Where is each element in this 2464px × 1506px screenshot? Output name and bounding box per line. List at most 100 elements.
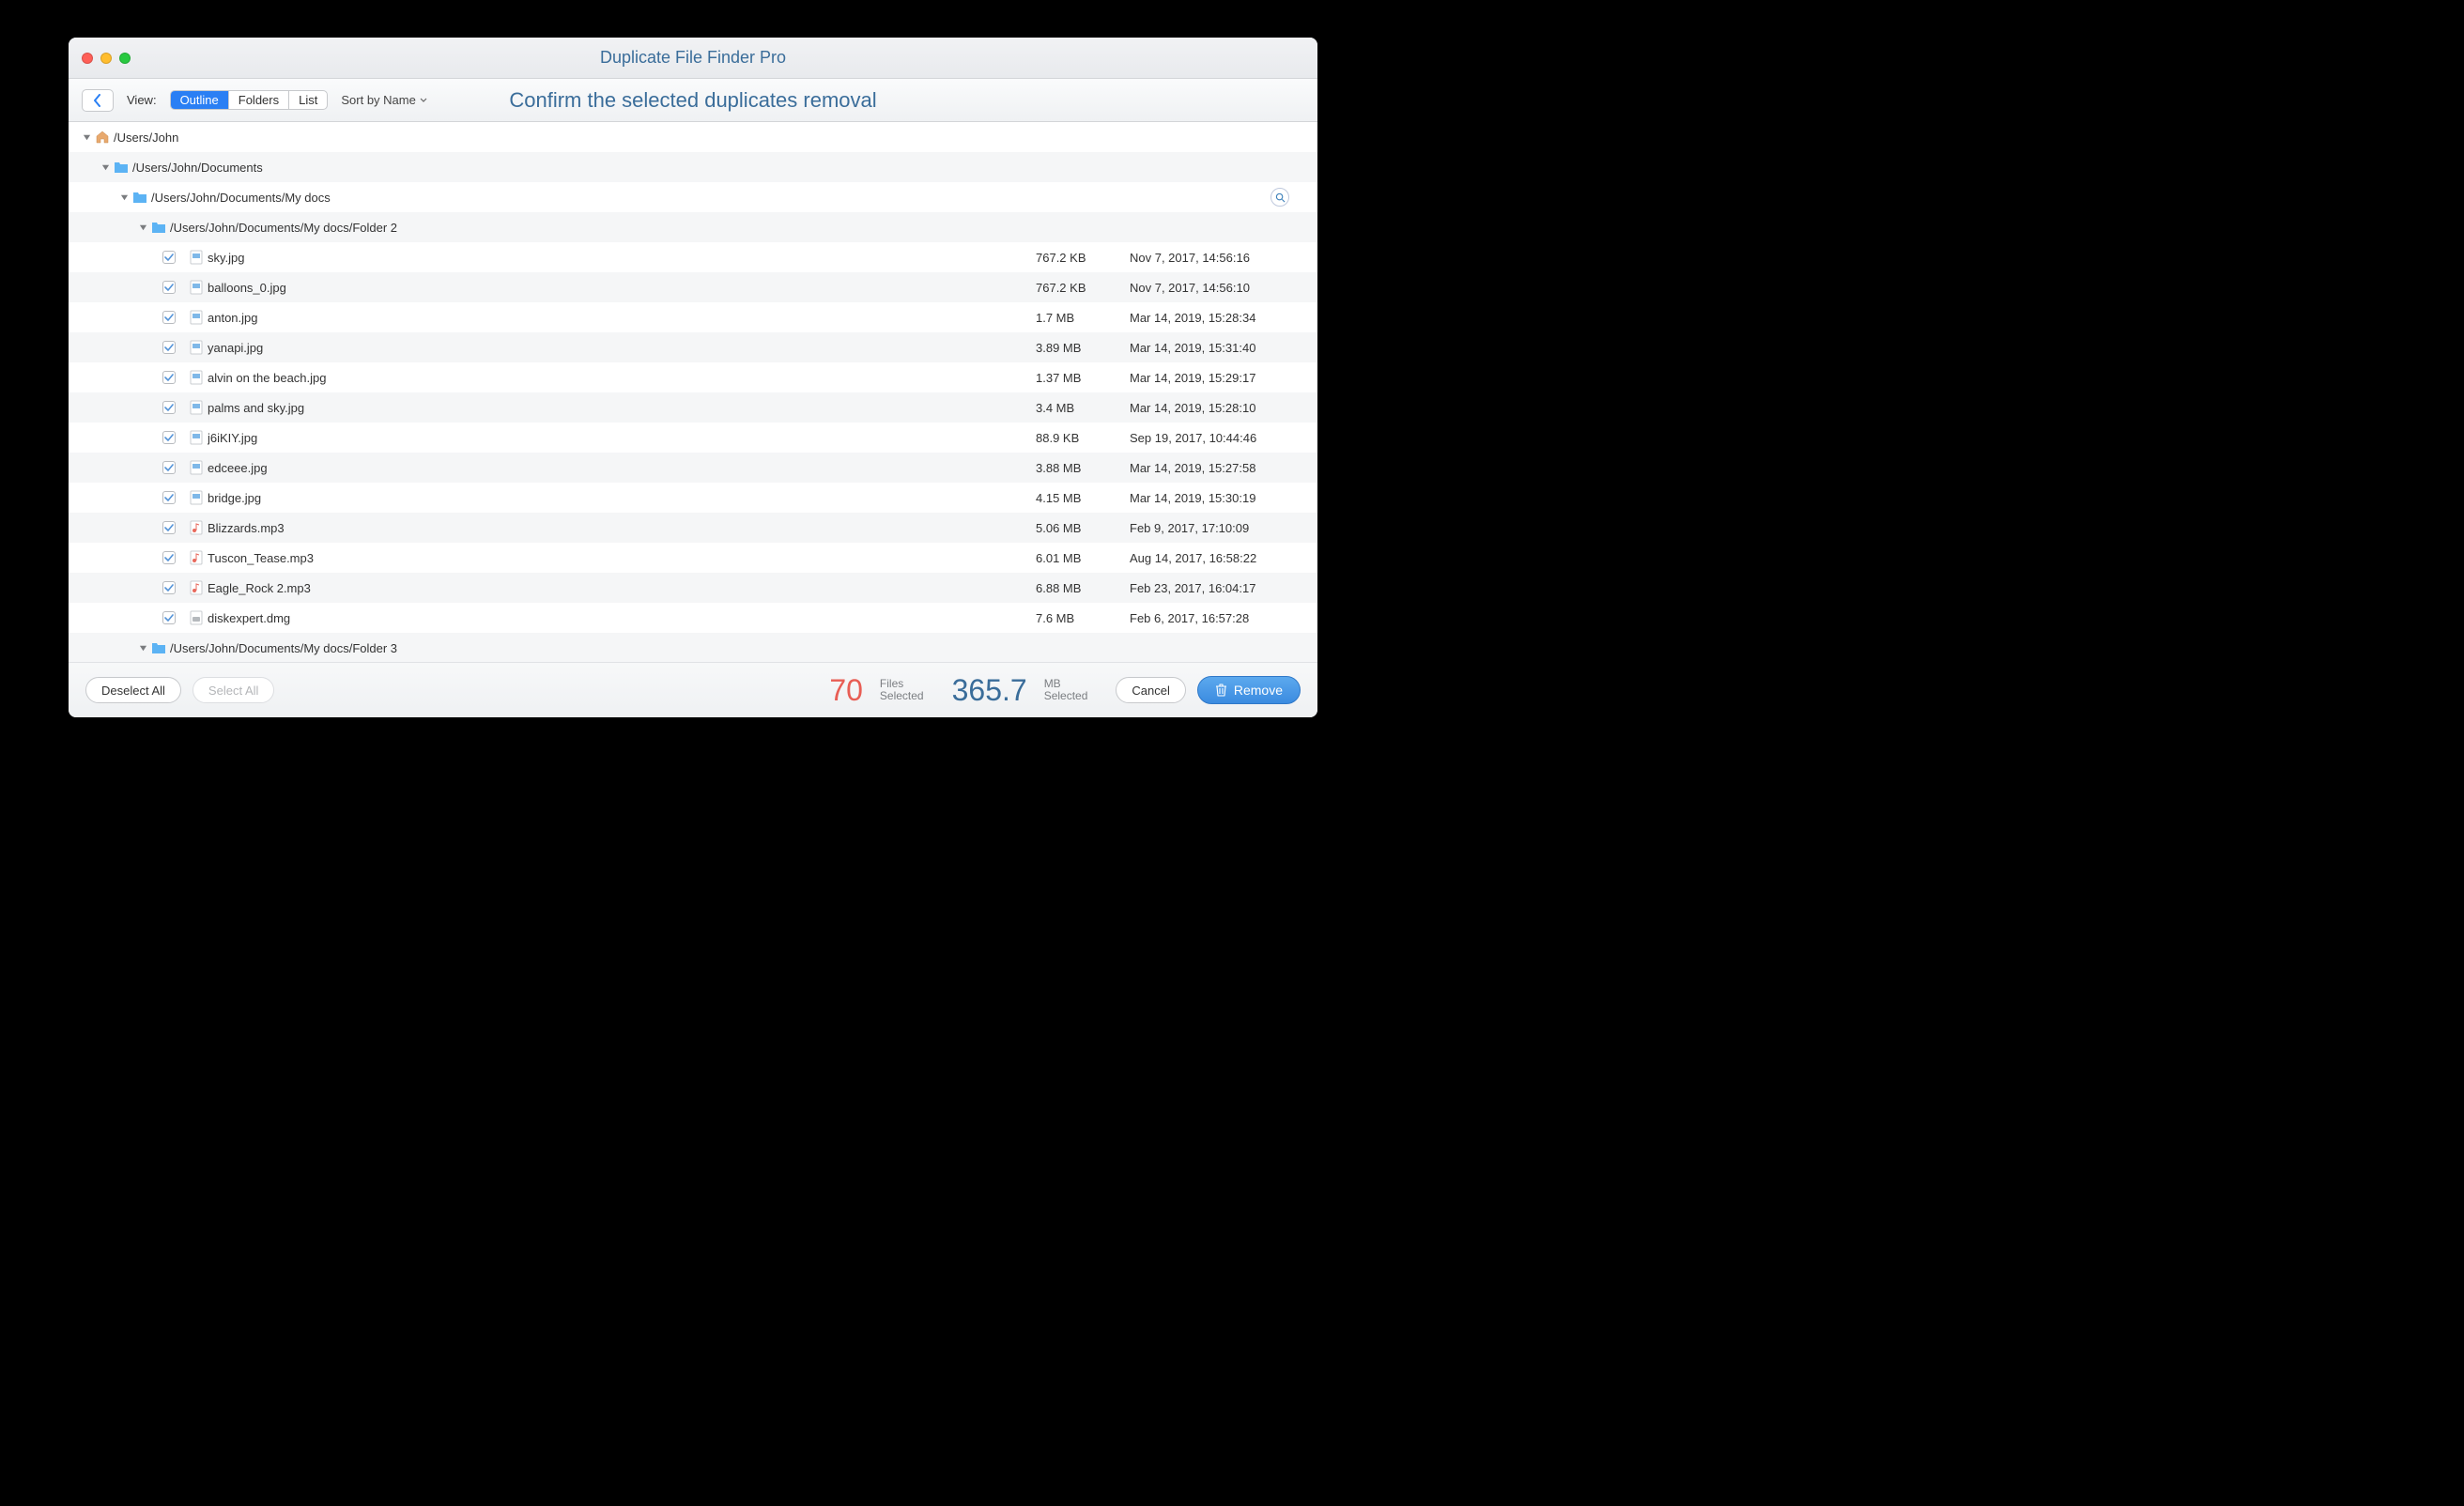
folder-icon (129, 191, 151, 204)
tree-row-root[interactable]: /Users/John (69, 122, 1317, 152)
file-icon (185, 460, 208, 475)
file-name: anton.jpg (208, 311, 1036, 325)
size-selected-value: 365.7 (952, 673, 1027, 708)
file-checkbox[interactable] (162, 341, 176, 354)
file-name: alvin on the beach.jpg (208, 371, 1036, 385)
file-checkbox[interactable] (162, 311, 176, 324)
view-outline-tab[interactable]: Outline (171, 91, 229, 109)
file-checkbox[interactable] (162, 491, 176, 504)
chevron-left-icon (93, 94, 102, 107)
file-size: 3.4 MB (1036, 401, 1130, 415)
file-row[interactable]: Tuscon_Tease.mp36.01 MBAug 14, 2017, 16:… (69, 543, 1317, 573)
file-name: balloons_0.jpg (208, 281, 1036, 295)
file-icon (185, 550, 208, 565)
sort-dropdown[interactable]: Sort by Name (341, 93, 426, 107)
file-checkbox[interactable] (162, 251, 176, 264)
file-icon (185, 310, 208, 325)
file-icon (185, 430, 208, 445)
files-selected-label: Files Selected (880, 678, 924, 702)
file-icon (185, 250, 208, 265)
file-icon (185, 610, 208, 625)
minimize-window-button[interactable] (100, 53, 112, 64)
disclosure-triangle[interactable] (138, 223, 147, 232)
file-date: Mar 14, 2019, 15:28:34 (1130, 311, 1317, 325)
file-date: Sep 19, 2017, 10:44:46 (1130, 431, 1317, 445)
search-button[interactable] (1270, 188, 1289, 207)
tree-row-folder3[interactable]: /Users/John/Documents/My docs/Folder 3 (69, 633, 1317, 663)
tree-row-mydocs[interactable]: /Users/John/Documents/My docs (69, 182, 1317, 212)
file-row[interactable]: anton.jpg1.7 MBMar 14, 2019, 15:28:34 (69, 302, 1317, 332)
file-date: Mar 14, 2019, 15:31:40 (1130, 341, 1317, 355)
file-size: 88.9 KB (1036, 431, 1130, 445)
tree-row-folder2[interactable]: /Users/John/Documents/My docs/Folder 2 (69, 212, 1317, 242)
file-name: edceee.jpg (208, 461, 1036, 475)
file-name: j6iKIY.jpg (208, 431, 1036, 445)
tree-path-label: /Users/John (114, 131, 1317, 145)
file-size: 767.2 KB (1036, 251, 1130, 265)
select-all-button[interactable]: Select All (192, 677, 274, 703)
back-button[interactable] (82, 89, 114, 112)
view-folders-tab[interactable]: Folders (229, 91, 289, 109)
file-checkbox[interactable] (162, 611, 176, 624)
file-size: 6.88 MB (1036, 581, 1130, 595)
file-checkbox[interactable] (162, 401, 176, 414)
file-row[interactable]: sky.jpg767.2 KBNov 7, 2017, 14:56:16 (69, 242, 1317, 272)
tree-path-label: /Users/John/Documents/My docs/Folder 3 (170, 641, 1317, 655)
file-row[interactable]: balloons_0.jpg767.2 KBNov 7, 2017, 14:56… (69, 272, 1317, 302)
file-row[interactable]: alvin on the beach.jpg1.37 MBMar 14, 201… (69, 362, 1317, 392)
window-controls (69, 53, 131, 64)
file-row[interactable]: yanapi.jpg3.89 MBMar 14, 2019, 15:31:40 (69, 332, 1317, 362)
file-size: 767.2 KB (1036, 281, 1130, 295)
remove-button-label: Remove (1234, 683, 1283, 698)
file-checkbox[interactable] (162, 431, 176, 444)
file-icon (185, 520, 208, 535)
file-row[interactable]: Blizzards.mp35.06 MBFeb 9, 2017, 17:10:0… (69, 513, 1317, 543)
file-row[interactable]: Eagle_Rock 2.mp36.88 MBFeb 23, 2017, 16:… (69, 573, 1317, 603)
file-checkbox[interactable] (162, 461, 176, 474)
file-name: yanapi.jpg (208, 341, 1036, 355)
file-icon (185, 580, 208, 595)
zoom-window-button[interactable] (119, 53, 131, 64)
file-row[interactable]: j6iKIY.jpg88.9 KBSep 19, 2017, 10:44:46 (69, 423, 1317, 453)
view-segmented-control: Outline Folders List (170, 90, 329, 110)
file-date: Nov 7, 2017, 14:56:10 (1130, 281, 1317, 295)
disclosure-triangle[interactable] (82, 132, 91, 142)
disclosure-triangle[interactable] (100, 162, 110, 172)
cancel-button[interactable]: Cancel (1116, 677, 1185, 703)
file-checkbox[interactable] (162, 551, 176, 564)
file-date: Mar 14, 2019, 15:28:10 (1130, 401, 1317, 415)
deselect-all-button[interactable]: Deselect All (85, 677, 181, 703)
file-size: 6.01 MB (1036, 551, 1130, 565)
remove-button[interactable]: Remove (1197, 676, 1301, 704)
home-icon (91, 131, 114, 144)
folder-icon (147, 641, 170, 654)
file-checkbox[interactable] (162, 281, 176, 294)
file-name: sky.jpg (208, 251, 1036, 265)
file-icon (185, 280, 208, 295)
file-size: 1.7 MB (1036, 311, 1130, 325)
file-tree[interactable]: /Users/John /Users/John/Documents /Users… (69, 122, 1317, 663)
file-icon (185, 400, 208, 415)
file-checkbox[interactable] (162, 371, 176, 384)
file-row[interactable]: diskexpert.dmg7.6 MBFeb 6, 2017, 16:57:2… (69, 603, 1317, 633)
app-window: Duplicate File Finder Pro View: Outline … (69, 38, 1317, 717)
file-checkbox[interactable] (162, 581, 176, 594)
file-row[interactable]: edceee.jpg3.88 MBMar 14, 2019, 15:27:58 (69, 453, 1317, 483)
file-date: Aug 14, 2017, 16:58:22 (1130, 551, 1317, 565)
close-window-button[interactable] (82, 53, 93, 64)
file-size: 7.6 MB (1036, 611, 1130, 625)
file-date: Feb 23, 2017, 16:04:17 (1130, 581, 1317, 595)
view-list-tab[interactable]: List (289, 91, 327, 109)
disclosure-triangle[interactable] (119, 192, 129, 202)
titlebar: Duplicate File Finder Pro (69, 38, 1317, 79)
disclosure-triangle[interactable] (138, 643, 147, 653)
size-selected-label: MB Selected (1044, 678, 1088, 702)
toolbar: View: Outline Folders List Sort by Name … (69, 79, 1317, 122)
file-checkbox[interactable] (162, 521, 176, 534)
file-size: 3.88 MB (1036, 461, 1130, 475)
file-size: 5.06 MB (1036, 521, 1130, 535)
files-selected-count: 70 (829, 673, 863, 708)
tree-row-documents[interactable]: /Users/John/Documents (69, 152, 1317, 182)
file-row[interactable]: palms and sky.jpg3.4 MBMar 14, 2019, 15:… (69, 392, 1317, 423)
file-row[interactable]: bridge.jpg4.15 MBMar 14, 2019, 15:30:19 (69, 483, 1317, 513)
